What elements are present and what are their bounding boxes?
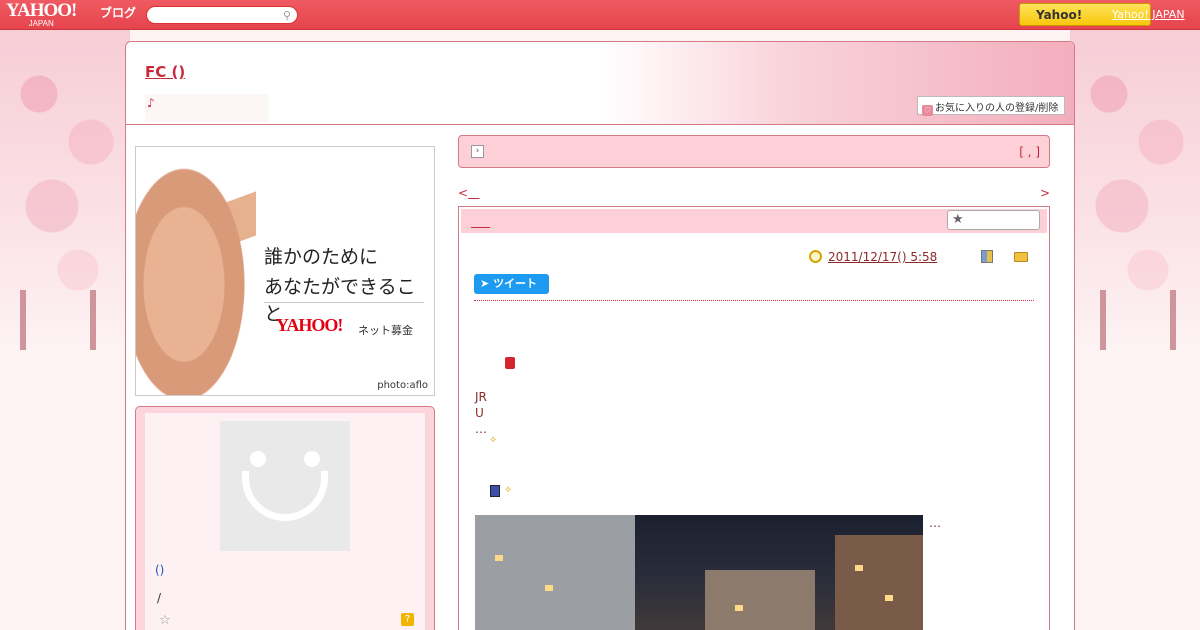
logo-main: YAHOO! [6, 0, 77, 21]
photo-building [475, 515, 635, 630]
profile-separator: / [157, 591, 162, 605]
star-icon[interactable]: ☆ [159, 613, 171, 628]
tree-trunk [1100, 290, 1106, 350]
blog-title[interactable]: FC () [145, 63, 185, 81]
tree-trunk [90, 290, 96, 350]
article: ★ 2011/12/17() 5:58 ➤ ツイート JR U … ✧ ✧ … [458, 206, 1050, 630]
photo-window [545, 585, 553, 591]
article-text-u: U [475, 406, 484, 420]
blog-description: ♪ [145, 94, 269, 122]
photo-window [885, 595, 893, 601]
avatar-mouth [242, 471, 328, 521]
search-input[interactable]: ⚲ [146, 6, 298, 24]
blog-header: FC () ♪ ♡ お気に入りの人の登録/削除 [126, 42, 1074, 125]
ad-headline-1: 誰かのために [264, 246, 379, 268]
star-icon: ★ [952, 212, 964, 227]
nav-links[interactable]: [ , ] [1019, 145, 1040, 159]
blog-service-label[interactable]: ブログ [100, 4, 136, 21]
top-bar: YAHOO! JAPAN ブログ ⚲ Yahoo! Yahoo! JAPAN [0, 0, 1200, 30]
favorite-button-label: お気に入りの人の登録/削除 [935, 103, 1059, 114]
building-icon [490, 485, 500, 497]
photo-window [855, 565, 863, 571]
avatar-eye [250, 451, 266, 467]
ad-photo-credit: photo:aflo [377, 380, 428, 391]
yahoo-logo[interactable]: YAHOO! JAPAN [6, 0, 77, 28]
search-icon[interactable]: ⚲ [283, 9, 291, 22]
article-title[interactable] [471, 215, 490, 229]
article-nav-box: › [ , ] [458, 135, 1050, 168]
sakura-background-right [1070, 30, 1200, 350]
tweet-label: ツイート [493, 277, 538, 290]
ad-yahoo-logo: YAHOO! [276, 315, 343, 335]
article-text-ellipsis-2: … [929, 516, 941, 530]
blog-container: FC () ♪ ♡ お気に入りの人の登録/削除 誰かのために あなたができること … [125, 41, 1075, 630]
article-text-jr: JR [475, 390, 487, 404]
photo-house [705, 570, 815, 630]
book-icon[interactable] [981, 250, 993, 263]
article-meta: 2011/12/17() 5:58 [809, 249, 1039, 265]
article-photo[interactable] [475, 515, 923, 630]
folder-icon[interactable] [1014, 252, 1028, 262]
ad-divider [264, 302, 424, 303]
photo-building [835, 535, 923, 630]
sparkle-icon: ✧ [489, 435, 498, 446]
sparkle-icon: ✧ [504, 485, 513, 496]
tree-trunk [20, 290, 26, 350]
article-text-ellipsis: … [475, 422, 487, 436]
avatar-eye [304, 451, 320, 467]
heart-icon: ♡ [922, 105, 933, 116]
ad-donation-label: ネット募金 [358, 324, 413, 337]
arrow-right-icon[interactable]: › [471, 145, 484, 158]
article-header: ★ [461, 209, 1047, 233]
photo-window [735, 605, 743, 611]
prev-article-link[interactable]: < [458, 186, 480, 200]
star-button[interactable]: ★ [947, 210, 1040, 230]
twitter-bird-icon: ➤ [480, 277, 490, 290]
dotted-divider [474, 300, 1034, 301]
pager: < > [458, 186, 1050, 202]
bus-icon [505, 357, 515, 369]
logo-sub: JAPAN [28, 19, 54, 28]
photo-window [495, 555, 503, 561]
handshake-image [136, 147, 256, 395]
yahoo-japan-link[interactable]: Yahoo! JAPAN [1112, 8, 1185, 21]
favorite-register-button[interactable]: ♡ お気に入りの人の登録/削除 [917, 96, 1065, 116]
sakura-background-left [0, 30, 130, 350]
article-date[interactable]: 2011/12/17() 5:58 [828, 250, 937, 264]
ad-banner[interactable]: 誰かのために あなたができること YAHOO! ネット募金 photo:aflo [135, 146, 435, 396]
profile-name-link[interactable]: () [155, 563, 164, 577]
profile-panel: () / ☆ ? [135, 406, 435, 630]
next-article-link[interactable]: > [1040, 186, 1050, 200]
tweet-button[interactable]: ➤ ツイート [474, 274, 549, 294]
help-icon[interactable]: ? [401, 613, 414, 626]
avatar[interactable] [220, 421, 350, 551]
clock-icon [809, 250, 822, 263]
profile-inner: () / ☆ ? [145, 413, 425, 630]
tree-trunk [1170, 290, 1176, 350]
prev-arrow: < [458, 186, 469, 200]
